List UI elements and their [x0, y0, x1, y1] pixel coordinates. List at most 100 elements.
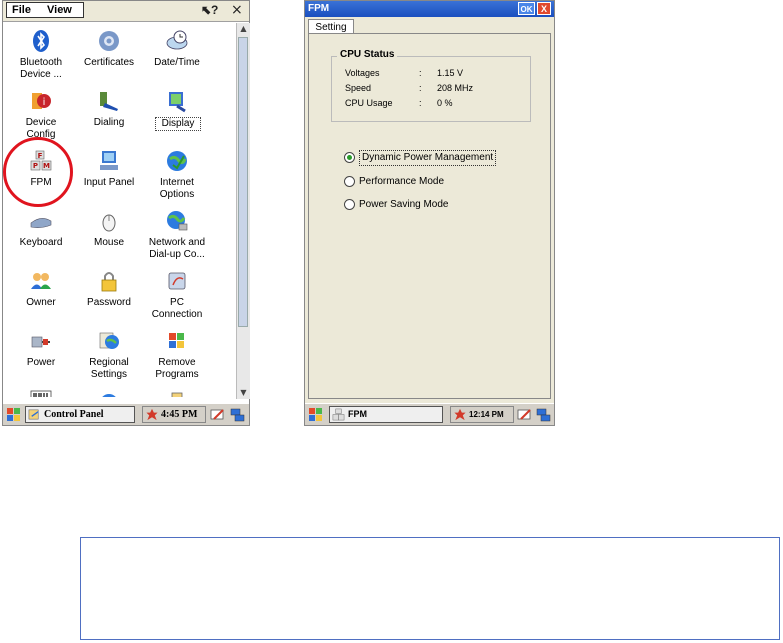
ok-button[interactable]: OK — [518, 2, 535, 15]
tab-setting[interactable]: Setting — [308, 19, 354, 34]
item-partial-doc[interactable] — [143, 387, 211, 397]
stat-value: 208 MHz — [437, 83, 474, 93]
input-panel-icon — [100, 151, 118, 170]
item-pc-connection[interactable]: PC Connection — [143, 267, 211, 325]
menu-file[interactable]: File — [12, 4, 31, 16]
globe-icon — [102, 394, 116, 397]
control-panel-icon — [28, 409, 39, 420]
stat-key: Voltages — [345, 68, 380, 78]
radio-button[interactable] — [344, 199, 355, 210]
taskbar-label: Control Panel — [44, 409, 104, 420]
keyboard-icon — [30, 218, 52, 228]
item-label: Certificates — [83, 57, 134, 68]
stat-key: CPU Usage — [345, 98, 393, 108]
radio-label: Performance Mode — [359, 176, 445, 187]
fpm-titlebar: FPM — [305, 1, 554, 17]
item-label: Input Panel — [83, 177, 135, 188]
input-method-icon[interactable] — [210, 407, 226, 423]
item-mouse[interactable]: Mouse — [75, 207, 143, 265]
item-display[interactable]: Display — [143, 87, 211, 145]
item-label: Display — [155, 117, 201, 131]
start-icon[interactable] — [308, 407, 324, 423]
item-owner[interactable]: Owner — [7, 267, 75, 325]
owner-icon — [31, 273, 51, 289]
item-bluetooth[interactable]: Bluetooth Device ... — [7, 27, 75, 85]
control-panel-items: Bluetooth Device ... Certificates Date/T… — [3, 23, 235, 397]
menu-bar: File View ⬉? × — [3, 1, 249, 22]
item-internet-options[interactable]: Internet Options — [143, 147, 211, 205]
certificates-icon — [99, 31, 119, 51]
setting-panel: CPU Status Voltages : 1.15 V Speed : 208… — [308, 33, 551, 399]
desktop-switch-icon[interactable] — [536, 407, 552, 423]
network-globe-icon — [167, 211, 188, 231]
desktop-switch-icon[interactable] — [230, 407, 246, 423]
close-button[interactable]: X — [537, 2, 551, 15]
item-password[interactable]: Password — [75, 267, 143, 325]
start-icon[interactable] — [6, 407, 22, 423]
stat-sep: : — [419, 83, 422, 93]
control-panel-window: File View ⬉? × Bluetooth Device ... Cert… — [2, 0, 250, 426]
item-label: Regional Settings — [89, 357, 129, 380]
fpm-icon — [332, 408, 345, 421]
mouse-icon — [102, 214, 116, 232]
stat-sep: : — [419, 68, 422, 78]
item-label: Remove Programs — [155, 357, 199, 380]
item-partial-globe[interactable] — [75, 387, 143, 397]
password-lock-icon — [101, 272, 117, 292]
item-datetime[interactable]: Date/Time — [143, 27, 211, 85]
menu-view[interactable]: View — [47, 4, 72, 16]
stat-key: Speed — [345, 83, 372, 93]
taskbar-button-control-panel[interactable]: Control Panel — [25, 406, 135, 423]
note-box — [80, 537, 780, 640]
display-icon — [169, 92, 186, 113]
radio-label: Dynamic Power Management — [359, 150, 497, 166]
item-label: Dialing — [93, 117, 125, 128]
regional-globe-icon — [99, 332, 119, 349]
close-icon[interactable]: × — [231, 2, 243, 18]
help-pointer-icon[interactable]: ⬉? — [201, 3, 218, 17]
radio-button[interactable] — [344, 176, 355, 187]
item-partial-barcode[interactable] — [7, 387, 75, 397]
item-label: Owner — [26, 297, 56, 308]
stat-value: 0 % — [437, 98, 453, 108]
taskbar: Control Panel 4:45 PM — [3, 403, 249, 425]
bluetooth-icon — [33, 30, 49, 52]
item-keyboard[interactable]: Keyboard — [7, 207, 75, 265]
taskbar: FPM 12:14 PM — [305, 403, 554, 425]
menu-box: File View — [6, 2, 84, 18]
scroll-down-icon[interactable]: ▼ — [237, 387, 250, 399]
item-label: Keyboard — [19, 237, 63, 248]
phone-icon — [100, 92, 118, 111]
item-power[interactable]: Power — [7, 327, 75, 385]
taskbar-clock[interactable]: 4:45 PM — [142, 406, 206, 423]
item-regional-settings[interactable]: Regional Settings — [75, 327, 143, 385]
item-label: Network and Dial-up Co... — [148, 237, 206, 260]
taskbar-clock[interactable]: 12:14 PM — [450, 406, 514, 423]
svg-text:i: i — [43, 97, 46, 108]
stat-sep: : — [419, 98, 422, 108]
item-input-panel[interactable]: Input Panel — [75, 147, 143, 205]
item-remove-programs[interactable]: Remove Programs — [143, 327, 211, 385]
item-dialing[interactable]: Dialing — [75, 87, 143, 145]
taskbar-button-fpm[interactable]: FPM — [329, 406, 443, 423]
item-network[interactable]: Network and Dial-up Co... — [143, 207, 211, 265]
item-label: Date/Time — [154, 57, 200, 68]
clock-label: 4:45 PM — [161, 409, 198, 420]
scroll-thumb[interactable] — [238, 37, 248, 327]
vertical-scrollbar[interactable]: ▲ ▼ — [236, 23, 250, 399]
leaf-icon — [146, 408, 158, 421]
item-certificates[interactable]: Certificates — [75, 27, 143, 85]
item-label: Password — [87, 297, 131, 308]
clock-icon — [166, 30, 188, 50]
remove-programs-icon — [169, 333, 184, 348]
input-method-icon[interactable] — [517, 407, 533, 423]
stat-value: 1.15 V — [437, 68, 464, 78]
cpu-status-title: CPU Status — [337, 49, 398, 60]
radio-button-selected[interactable] — [344, 152, 355, 163]
document-icon — [171, 392, 183, 397]
scroll-up-icon[interactable]: ▲ — [237, 23, 250, 35]
leaf-icon — [454, 408, 466, 421]
highlight-circle — [3, 137, 73, 207]
barcode-icon — [30, 390, 52, 397]
radio-label: Power Saving Mode — [359, 199, 449, 210]
